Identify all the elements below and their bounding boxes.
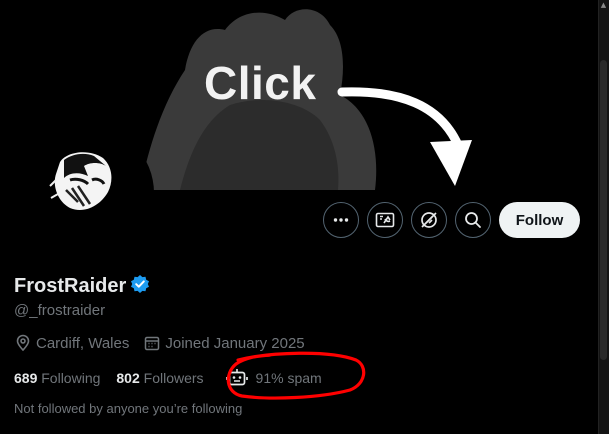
grok-icon (375, 212, 395, 228)
location-text: Cardiff, Wales (36, 334, 130, 352)
followed-by-note: Not followed by anyone you’re following (14, 401, 243, 416)
scroll-thumb[interactable] (600, 60, 607, 360)
mute-icon (421, 212, 437, 228)
scroll-up-icon[interactable]: ▲ (600, 2, 607, 9)
following-count: 689 (14, 370, 38, 386)
handle: @_frostraider (14, 302, 106, 319)
joined-text: Joined January 2025 (165, 334, 305, 352)
followers-count: 802 (116, 370, 140, 386)
name-row: FrostRaider (14, 274, 150, 299)
mute-button[interactable] (411, 202, 447, 238)
spam-score[interactable]: 91% spam (225, 368, 322, 388)
joined-item: Joined January 2025 (143, 334, 305, 352)
more-button[interactable] (323, 202, 359, 238)
grok-button[interactable] (367, 202, 403, 238)
location-pin-icon (16, 334, 30, 352)
followers-label: Followers (143, 370, 204, 386)
followers-link[interactable]: 802 Followers (116, 370, 203, 386)
follow-button[interactable]: Follow (499, 202, 580, 238)
following-link[interactable]: 689 Following (14, 370, 100, 386)
avatar-image (49, 152, 112, 211)
more-icon (333, 218, 349, 222)
profile-stats: 689 Following 802 Followers 91% spam (14, 368, 322, 388)
search-button[interactable] (455, 202, 491, 238)
search-icon (465, 212, 481, 228)
following-label: Following (41, 370, 101, 386)
profile-meta: Cardiff, Wales Joined January 2025 (14, 334, 319, 352)
display-name: FrostRaider (14, 275, 127, 297)
spam-text: 91% spam (255, 370, 322, 386)
avatar[interactable] (18, 125, 154, 261)
verified-badge-icon[interactable] (130, 274, 150, 299)
page-scrollbar[interactable]: ▲ (598, 0, 609, 434)
calendar-icon (145, 336, 160, 351)
location-item: Cardiff, Wales (14, 334, 129, 352)
robot-icon (225, 369, 248, 386)
